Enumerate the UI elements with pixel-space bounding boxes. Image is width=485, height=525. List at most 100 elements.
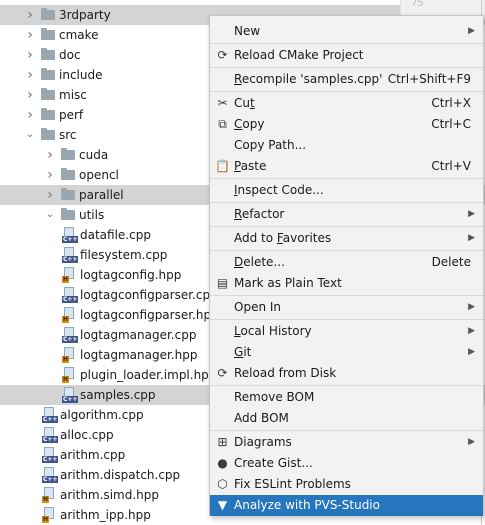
menu-item-local-history[interactable]: Local History ▶ [210,321,483,342]
menu-item-reload-from-disk[interactable]: ⟳ Reload from Disk [210,363,483,384]
menu-item-git[interactable]: Git ▶ [210,342,483,363]
menu-item-recompile-samples-cpp[interactable]: Recompile 'samples.cpp' Ctrl+Shift+F9 [210,69,483,90]
header-file-icon: H [62,307,76,323]
tree-item-label: logtagconfig.hpp [80,268,182,282]
folder-icon [41,28,55,40]
tree-item-label: arithm_ipp.hpp [60,508,151,522]
reload-cmake-icon: ⟳ [217,48,228,62]
chevron-down-icon[interactable]: ⌄ [44,205,56,225]
chevron-right-icon[interactable]: › [24,25,36,45]
folder-icon [61,188,75,200]
menu-item-label: Cut [234,96,255,110]
menu-item-analyze-with-pvs-studio[interactable]: ▼ Analyze with PVS-Studio [210,495,483,516]
chevron-right-icon[interactable]: › [24,45,36,65]
menu-item-inspect-code[interactable]: Inspect Code... [210,180,483,201]
menu-item-label: Open In [234,300,282,314]
menu-separator [210,91,483,92]
paste-icon: 📋 [215,159,230,173]
menu-item-label: Add BOM [234,411,289,425]
menu-item-label: New [234,24,261,38]
menu-separator [210,385,483,386]
chevron-right-icon[interactable]: › [24,85,36,105]
menu-item-fix-eslint-problems[interactable]: ⬡ Fix ESLint Problems [210,474,483,495]
submenu-arrow-icon: ▶ [468,26,475,36]
cpp-file-icon: C++ [62,227,79,243]
tree-item-label: filesystem.cpp [80,248,168,262]
tree-item-label: cmake [59,28,99,42]
menu-item-label: Delete... [234,255,285,269]
header-file-icon: H [62,347,76,363]
reload-disk-icon: ⟳ [217,366,228,380]
folder-icon [61,208,75,220]
menu-item-mark-as-plain-text[interactable]: ▤ Mark as Plain Text [210,273,483,294]
folder-icon [41,108,55,120]
menu-item-add-to-favorites[interactable]: Add to Favorites ▶ [210,228,483,249]
menu-shortcut: Delete [431,255,471,269]
menu-item-copy-path[interactable]: Copy Path... [210,135,483,156]
menu-item-refactor[interactable]: Refactor ▶ [210,204,483,225]
menu-item-open-in[interactable]: Open In ▶ [210,297,483,318]
github-icon: ● [217,456,228,470]
menu-item-cut[interactable]: ✂ Cut Ctrl+X [210,93,483,114]
header-file-icon: H [62,267,76,283]
folder-icon [61,148,75,160]
submenu-arrow-icon: ▶ [468,233,475,243]
menu-item-reload-cmake-project[interactable]: ⟳ Reload CMake Project [210,45,483,66]
menu-item-label: Diagrams [234,435,292,449]
folder-icon [41,88,55,100]
tree-item-label: alloc.cpp [60,428,114,442]
tree-item-label: algorithm.cpp [60,408,144,422]
menu-item-label: Paste [234,159,267,173]
menu-separator [210,430,483,431]
tree-item-label: samples.cpp [80,388,156,402]
cpp-file-icon: C++ [62,287,79,303]
folder-icon [41,68,55,80]
header-file-icon: H [42,487,56,503]
menu-item-create-gist[interactable]: ● Create Gist... [210,453,483,474]
menu-item-label: Mark as Plain Text [234,276,342,290]
header-file-icon: H [62,367,76,383]
folder-icon [41,8,55,20]
tree-item-label: arithm.cpp [60,448,126,462]
tree-item-label: arithm.dispatch.cpp [60,468,181,482]
cpp-file-icon: C++ [62,327,79,343]
menu-item-new[interactable]: New ▶ [210,21,483,42]
menu-separator [210,250,483,251]
cut-icon: ✂ [217,96,228,110]
submenu-arrow-icon: ▶ [468,347,475,357]
chevron-right-icon[interactable]: › [24,65,36,85]
menu-item-label: Recompile 'samples.cpp' [234,72,383,86]
menu-separator [210,178,483,179]
submenu-arrow-icon: ▶ [468,302,475,312]
cpp-file-icon: C++ [42,427,59,443]
tree-item-label: include [59,68,103,82]
tree-item-label: 3rdparty [59,8,111,22]
tree-item-label: misc [59,88,87,102]
menu-item-label: Create Gist... [234,456,313,470]
context-menu: New ▶ ⟳ Reload CMake Project Recompile 'samp… [209,15,484,516]
menu-item-label: Refactor [234,207,285,221]
chevron-right-icon[interactable]: › [44,145,56,165]
menu-separator [210,295,483,296]
menu-item-paste[interactable]: 📋 Paste Ctrl+V [210,156,483,177]
tree-item-label: logtagmanager.hpp [80,348,198,362]
menu-item-remove-bom[interactable]: Remove BOM [210,387,483,408]
menu-item-diagrams[interactable]: ⊞ Diagrams ▶ [210,432,483,453]
menu-item-label: Analyze with PVS-Studio [234,498,380,512]
menu-item-delete[interactable]: Delete... Delete [210,252,483,273]
chevron-right-icon[interactable]: › [24,5,36,25]
menu-item-add-bom[interactable]: Add BOM [210,408,483,429]
tree-item-label: arithm.simd.hpp [60,488,159,502]
chevron-right-icon[interactable]: › [44,185,56,205]
tree-item-label: perf [59,108,84,122]
tree-item-label: doc [59,48,81,62]
menu-item-label: Reload CMake Project [234,48,364,62]
chevron-right-icon[interactable]: › [44,165,56,185]
tree-item-label: datafile.cpp [80,228,151,242]
tree-item-label: src [59,128,77,142]
menu-item-copy[interactable]: ⧉ Copy Ctrl+C [210,114,483,135]
chevron-down-icon[interactable]: ⌄ [24,125,36,145]
folder-icon [61,168,75,180]
cpp-file-icon: C++ [62,247,79,263]
chevron-right-icon[interactable]: › [24,105,36,125]
